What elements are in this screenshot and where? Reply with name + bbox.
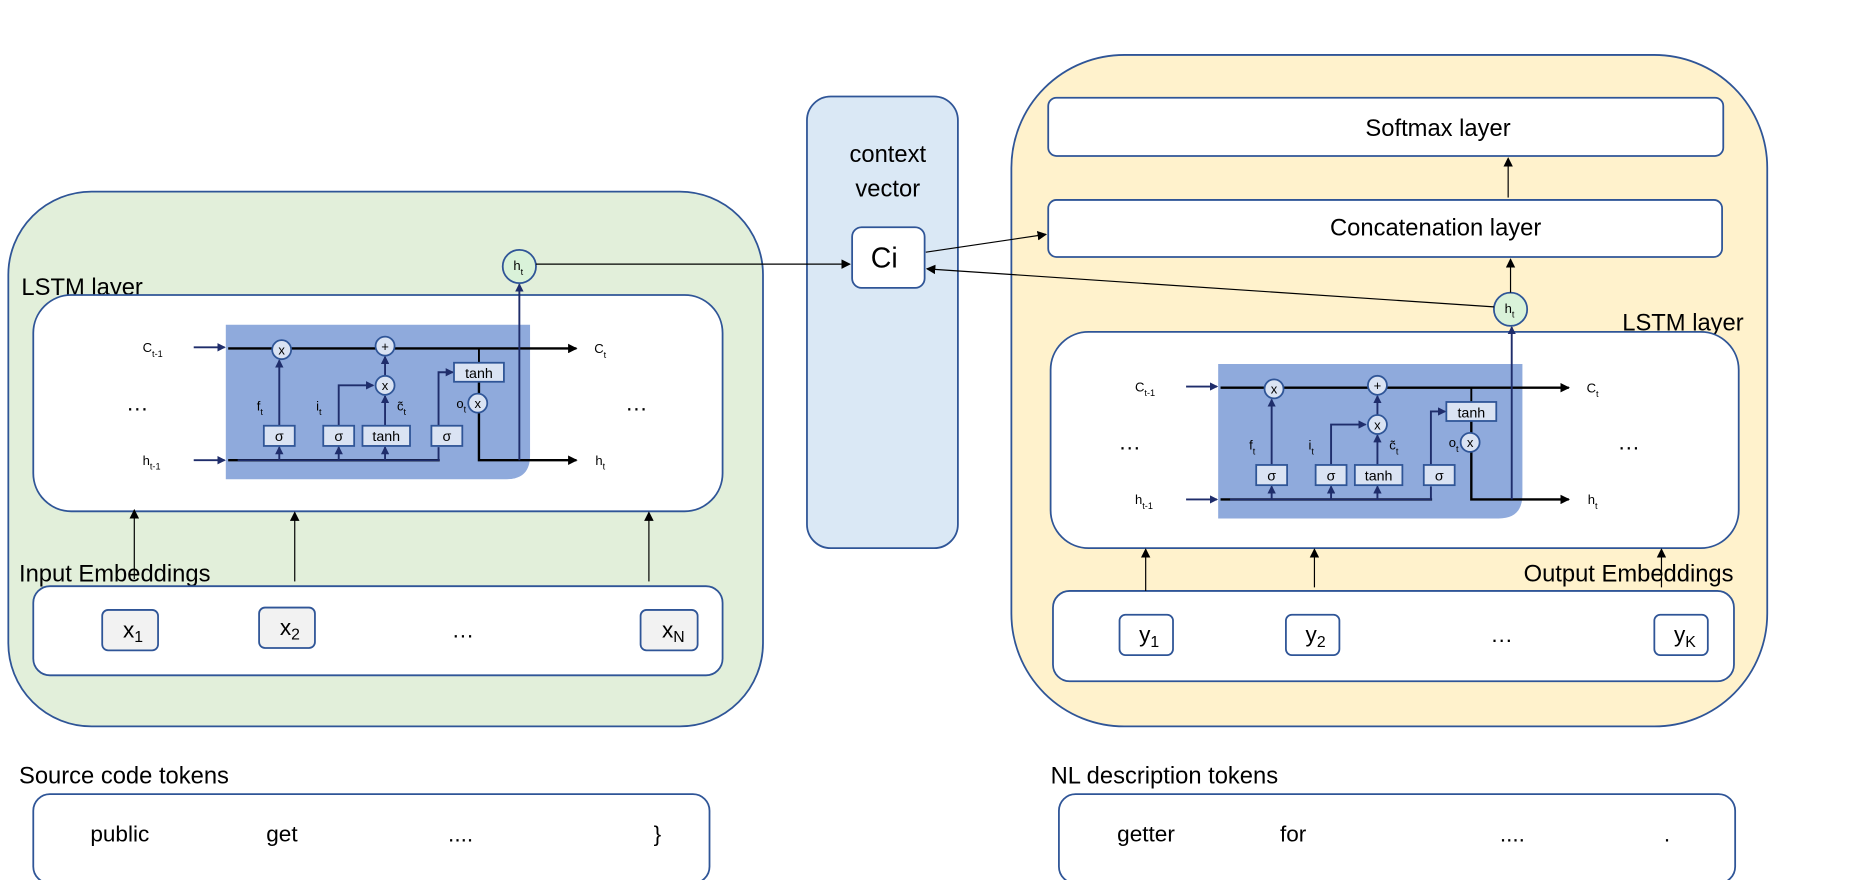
encoder-right-ellipsis: … [625, 390, 648, 415]
input-embedding-3-label-sub: N [673, 629, 684, 646]
seq2seq-diagram: LSTM layer Ct-1ht-1Cthtσ σ tanh σtanhx +xxft… [7, 54, 1769, 880]
encoder-i-label-sub: t [319, 407, 322, 417]
decoder-forget-mult-op-label: x [1271, 382, 1278, 397]
decoder-h-out-label-main: h [1588, 492, 1595, 507]
decoder-left-ellipsis: … [1118, 430, 1141, 455]
nl-token-2: for [1280, 822, 1307, 847]
decoder-h-node-label-main: h [1505, 301, 1512, 316]
input-embedding-1-label-main: x [123, 617, 135, 642]
encoder-input-mult-op-label: x [382, 378, 389, 393]
encoder-h-node-label-main: h [513, 258, 520, 273]
encoder-cell-tanh-label: tanh [465, 366, 493, 382]
encoder-candidate-tanh-label: tanh [372, 429, 400, 445]
decoder-forget-sigma-label: σ [1267, 468, 1276, 484]
decoder-c-out-label-main: C [1587, 380, 1596, 395]
encoder-add-op-label: + [381, 339, 389, 354]
decoder-o-label-sub: t [1456, 444, 1459, 454]
output-embedding-2-label-sub: 2 [1317, 634, 1326, 651]
output-embedding-3-label-sub: K [1685, 634, 1696, 651]
output-embedding-1-label-sub: 1 [1150, 634, 1159, 651]
decoder-input-mult-op-label: x [1374, 417, 1381, 432]
source-token-4: } [654, 822, 662, 847]
decoder-output-mult-op-label: x [1467, 435, 1474, 450]
encoder-forget-sigma-label: σ [275, 429, 284, 445]
decoder-input-sigma-label: σ [1327, 468, 1336, 484]
source-token-1: public [90, 822, 149, 847]
encoder-output-sigma-label: σ [442, 429, 451, 445]
encoder-o-label-sub: t [464, 405, 467, 415]
encoder-h-out-label-main: h [595, 453, 602, 468]
decoder-candidate-tanh-label: tanh [1365, 468, 1393, 484]
decoder-c-out-label-sub: t [1596, 389, 1599, 399]
nl-token-4: . [1664, 822, 1670, 847]
nl-token-1: getter [1117, 822, 1175, 847]
decoder-h-prev-label-sub: t-1 [1142, 501, 1153, 511]
input-embeddings-label: Input Embeddings [19, 560, 211, 587]
output-embeddings-ellipsis: … [1490, 622, 1513, 647]
decoder-i-label-sub: t [1311, 446, 1314, 456]
context-node-label: Ci [871, 243, 898, 275]
encoder-c-prev-label-main: C [143, 340, 152, 355]
decoder-output-sigma-label: σ [1435, 468, 1444, 484]
source-token-3: .... [448, 822, 473, 847]
softmax-layer-label: Softmax layer [1365, 115, 1510, 142]
encoder-h-prev-label-main: h [143, 453, 150, 468]
decoder-h-node-label-sub: t [1512, 310, 1515, 320]
source-tokens-label: Source code tokens [19, 762, 229, 789]
input-embedding-2-label-main: x [280, 615, 292, 640]
decoder-c-prev-label-main: C [1135, 379, 1144, 394]
decoder-right-ellipsis: … [1617, 430, 1640, 455]
input-embedding-3-label-main: x [662, 617, 674, 642]
encoder-h-node-label-sub: t [521, 267, 524, 277]
source-token-2: get [266, 822, 298, 847]
output-embedding-3-label-main: y [1674, 622, 1686, 647]
context-vector-title-1: context [849, 141, 926, 168]
decoder-h-prev-label-main: h [1135, 492, 1142, 507]
encoder-left-ellipsis: … [126, 390, 149, 415]
encoder-c-out-label-main: C [594, 341, 603, 356]
nl-token-3: .... [1500, 822, 1525, 847]
output-embedding-1-label-main: y [1139, 622, 1151, 647]
output-embedding-2-label-main: y [1306, 622, 1318, 647]
encoder-h-prev-label-sub: t-1 [150, 462, 161, 472]
input-embedding-2-label-sub: 2 [291, 627, 300, 644]
input-embedding-1-label-sub: 1 [134, 629, 143, 646]
encoder-c-prev-label-sub: t-1 [152, 349, 163, 359]
decoder-c-tilde-label-sub: t [1396, 446, 1399, 456]
decoder-add-op-label: + [1374, 378, 1382, 393]
encoder-h-out-label-sub: t [603, 462, 606, 472]
decoder-c-prev-label-sub: t-1 [1144, 388, 1155, 398]
output-embeddings-label: Output Embeddings [1524, 560, 1734, 587]
encoder-o-label-main: o [456, 396, 463, 411]
decoder-o-label-main: o [1449, 435, 1456, 450]
decoder-cell-tanh-label: tanh [1457, 405, 1485, 421]
concatenation-layer-label: Concatenation layer [1330, 215, 1541, 242]
decoder-f-label-sub: t [1253, 446, 1256, 456]
input-embeddings-ellipsis: … [452, 617, 475, 642]
encoder-c-out-label-sub: t [604, 350, 607, 360]
context-vector-title-2: vector [855, 175, 920, 202]
encoder-output-mult-op-label: x [474, 396, 481, 411]
encoder-f-label-sub: t [260, 407, 263, 417]
nl-tokens-label: NL description tokens [1051, 762, 1279, 789]
decoder-h-out-label-sub: t [1595, 501, 1598, 511]
encoder-forget-mult-op-label: x [278, 342, 285, 357]
encoder-input-sigma-label: σ [334, 429, 343, 445]
encoder-c-tilde-label-sub: t [403, 407, 406, 417]
